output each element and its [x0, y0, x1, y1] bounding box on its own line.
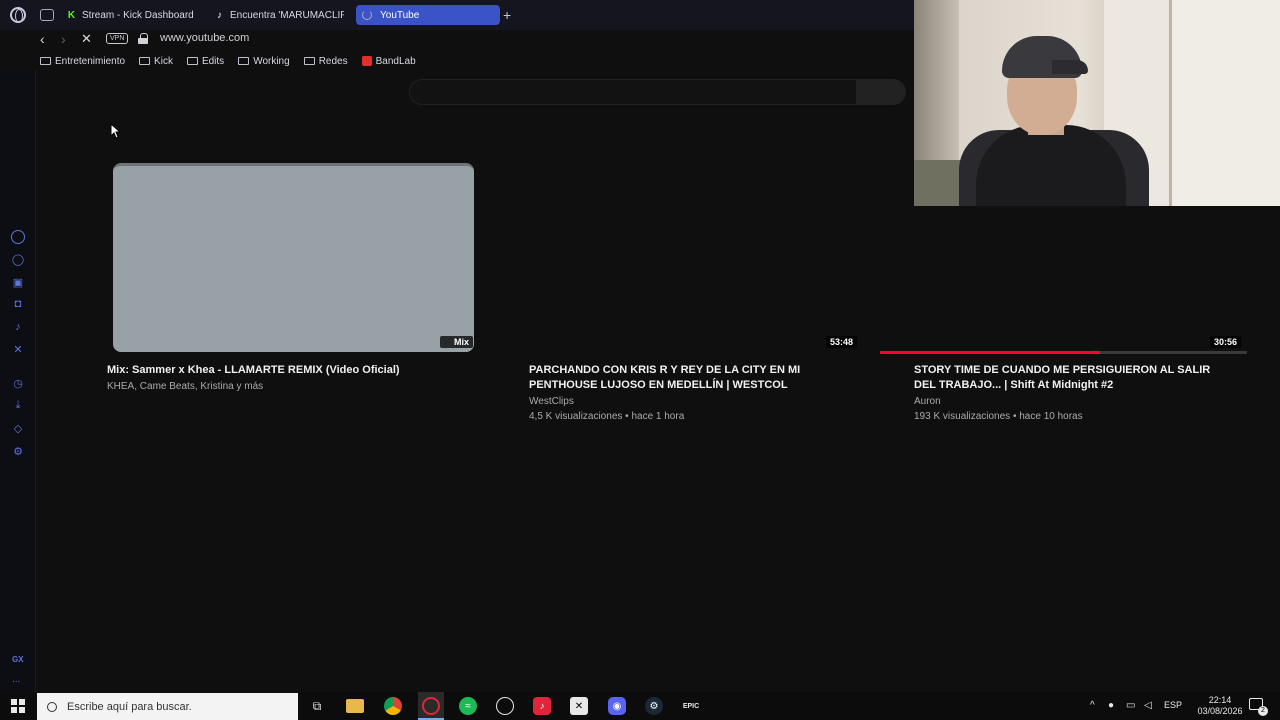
- bookmark-label: Redes: [318, 55, 348, 67]
- lock-icon[interactable]: [138, 33, 148, 44]
- folder-icon: [238, 57, 250, 65]
- video-title-line2[interactable]: DEL TRABAJO... | Shift At Midnight #2: [914, 378, 1264, 393]
- epic-games-icon[interactable]: EPIC: [682, 697, 700, 715]
- sidebar: ◯ ▣ ◘ ♪ ✕ ◷ ⤓ ◇ ⚙ GX ...: [0, 70, 36, 692]
- downloads-icon[interactable]: ⤓: [11, 398, 25, 412]
- video-title[interactable]: STORY TIME DE CUANDO ME PERSIGUIERON AL …: [914, 363, 1264, 378]
- volume-icon[interactable]: ◁: [1144, 700, 1152, 711]
- x-icon[interactable]: ✕: [11, 342, 25, 356]
- video-channel[interactable]: WestClips: [529, 394, 574, 409]
- vpn-badge[interactable]: VPN: [106, 33, 129, 44]
- watch-progress-bar: [880, 351, 1247, 354]
- clock[interactable]: 22:14 03/08/2026: [1196, 695, 1244, 717]
- bookmark-label: Entretenimiento: [55, 55, 126, 67]
- webcam-background: [1169, 0, 1280, 206]
- browser-window: K Stream - Kick Dashboard ♪ Encuentra 'M…: [0, 0, 1280, 692]
- history-icon[interactable]: ◷: [11, 376, 25, 390]
- bandlab-icon: [361, 56, 372, 66]
- bookmark-bandlab[interactable]: BandLab: [361, 55, 416, 67]
- extensions-icon[interactable]: ◇: [11, 421, 25, 435]
- new-tab-button[interactable]: +: [503, 7, 511, 23]
- tab-switcher-icon[interactable]: [40, 9, 54, 21]
- language-indicator[interactable]: ESP: [1164, 700, 1182, 710]
- mix-badge: Mix: [440, 336, 473, 348]
- video-meta: 4,5 K visualizaciones • hace 1 hora: [529, 411, 685, 422]
- bookmark-redes[interactable]: Redes: [303, 55, 348, 67]
- webcam-overlay: [914, 0, 1280, 206]
- bookmarks-bar: Entretenimiento Kick Edits Working Redes…: [0, 52, 914, 70]
- folder-icon: [303, 57, 315, 65]
- loading-spinner-icon: [362, 10, 372, 20]
- tab-label: YouTube: [380, 9, 420, 21]
- search-icon: [47, 701, 57, 712]
- settings-icon[interactable]: ⚙: [11, 444, 25, 458]
- spotify-icon[interactable]: ≈: [459, 697, 477, 715]
- file-explorer-icon[interactable]: [346, 699, 364, 713]
- microphone-icon[interactable]: ●: [1108, 700, 1114, 711]
- webcam-person-cap: [1052, 60, 1088, 74]
- steam-icon[interactable]: ⚙: [645, 697, 663, 715]
- youtube-search-button[interactable]: [857, 79, 906, 105]
- task-view-icon[interactable]: ⧉: [308, 697, 326, 715]
- folder-icon: [40, 57, 51, 65]
- bookmark-label: BandLab: [375, 55, 416, 67]
- bookmark-label: Edits: [201, 55, 225, 67]
- tab-label: Stream - Kick Dashboard: [82, 9, 194, 21]
- kick-icon: K: [67, 9, 76, 21]
- tab-tiktok[interactable]: ♪ Encuentra 'MARUMACLIPS: [214, 5, 344, 25]
- tab-label: Encuentra 'MARUMACLIPS: [230, 9, 344, 21]
- video-title[interactable]: Mix: Sammer x Khea - LLAMARTE REMIX (Vid…: [107, 363, 487, 378]
- back-arrow-icon[interactable]: ‹: [40, 31, 45, 47]
- more-options-icon[interactable]: ...: [12, 674, 20, 685]
- stop-loading-icon[interactable]: ✕: [81, 31, 92, 47]
- opera-gx-icon[interactable]: [422, 697, 440, 715]
- discord-icon[interactable]: ▣: [11, 275, 25, 289]
- whatsapp-icon[interactable]: ◯: [11, 252, 25, 266]
- folder-icon: [139, 57, 151, 65]
- network-icon[interactable]: ▭: [1126, 700, 1135, 711]
- duration-badge: 30:56: [1210, 336, 1242, 348]
- gx-label[interactable]: GX: [12, 655, 24, 664]
- clock-time: 22:14: [1208, 695, 1232, 705]
- bookmark-working[interactable]: Working: [238, 56, 290, 67]
- address-bar: ‹ › ✕ VPN www.youtube.com: [0, 30, 914, 52]
- bookmark-edits[interactable]: Edits: [186, 55, 225, 67]
- video-channel[interactable]: Auron: [914, 394, 941, 409]
- forward-arrow-icon[interactable]: ›: [61, 31, 66, 47]
- windows-start-icon[interactable]: [11, 699, 25, 713]
- folder-icon: [186, 57, 198, 65]
- tab-youtube[interactable]: YouTube: [356, 5, 500, 25]
- watch-progress-fill: [880, 351, 1101, 354]
- tiktok-studio-icon[interactable]: ♪: [533, 697, 551, 715]
- search-placeholder: Escribe aquí para buscar.: [67, 700, 192, 713]
- youtube-search-input[interactable]: [409, 79, 857, 105]
- video-title-line2[interactable]: PENTHOUSE LUJOSO EN MEDELLÍN | WESTCOL: [529, 378, 869, 393]
- aria-icon[interactable]: [11, 230, 25, 244]
- instagram-icon[interactable]: ◘: [11, 297, 25, 311]
- obs-icon[interactable]: [496, 697, 514, 715]
- opera-gx-logo-icon[interactable]: [10, 7, 26, 23]
- bookmark-kick[interactable]: Kick: [139, 56, 173, 67]
- bookmark-label: Working: [253, 55, 290, 67]
- video-channel[interactable]: KHEA, Came Beats, Kristina y más: [107, 379, 263, 394]
- tiktok-icon: ♪: [217, 9, 222, 21]
- capcut-icon[interactable]: ✕: [570, 697, 588, 715]
- url-field[interactable]: www.youtube.com: [160, 32, 249, 44]
- notification-count: 2: [1258, 706, 1268, 716]
- tray-chevron-icon[interactable]: ^: [1090, 700, 1095, 711]
- bookmark-label: Kick: [154, 55, 173, 67]
- taskbar-search-input[interactable]: Escribe aquí para buscar.: [37, 693, 298, 720]
- video-title[interactable]: PARCHANDO CON KRIS R Y REY DE LA CITY EN…: [529, 363, 869, 378]
- video-meta: 193 K visualizaciones • hace 10 horas: [914, 411, 1083, 422]
- discord-icon[interactable]: ◉: [608, 697, 626, 715]
- bookmark-entretenimiento[interactable]: Entretenimiento: [40, 56, 125, 67]
- chrome-icon[interactable]: [384, 697, 402, 715]
- duration-badge: 53:48: [826, 336, 858, 348]
- tiktok-icon[interactable]: ♪: [11, 320, 25, 334]
- tab-kick-dashboard[interactable]: K Stream - Kick Dashboard: [66, 5, 206, 25]
- video-thumbnail[interactable]: [113, 163, 474, 352]
- clock-date: 03/08/2026: [1197, 706, 1243, 716]
